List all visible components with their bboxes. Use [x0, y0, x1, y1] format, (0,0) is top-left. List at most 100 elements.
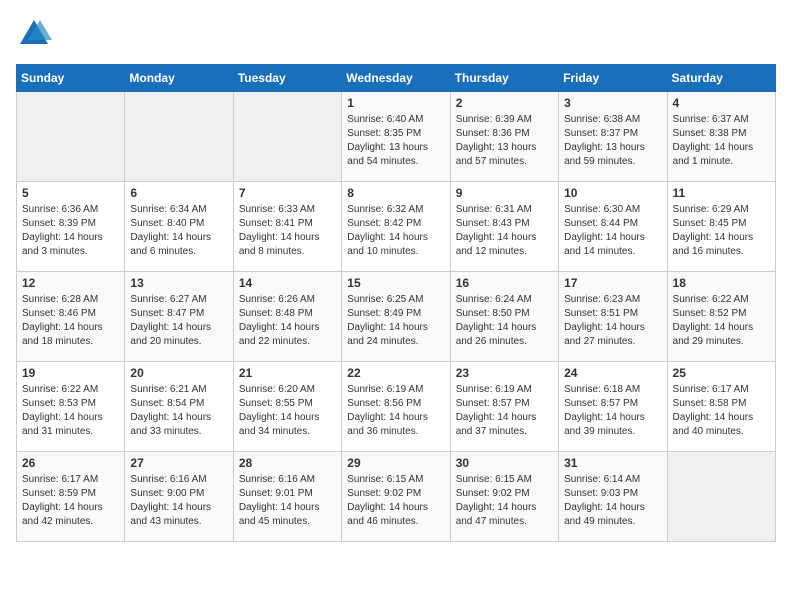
page-header — [16, 16, 776, 52]
calendar-cell — [667, 452, 775, 542]
calendar-cell: 14 Sunrise: 6:26 AM Sunset: 8:48 PM Dayli… — [233, 272, 341, 362]
day-info: Sunrise: 6:29 AM Sunset: 8:45 PM Dayligh… — [673, 203, 770, 259]
calendar-cell: 7 Sunrise: 6:33 AM Sunset: 8:41 PM Daylig… — [233, 182, 341, 272]
day-info: Sunrise: 6:36 AM Sunset: 8:39 PM Dayligh… — [22, 203, 119, 259]
calendar-week-row: 1Sunrise: 6:40 AM Sunset: 8:35 PM Daylig… — [17, 92, 776, 182]
day-number: 14 — [239, 276, 336, 290]
calendar-week-row: 26 Sunrise: 6:17 AM Sunset: 8:59 PM Dayli… — [17, 452, 776, 542]
day-number: 3 — [564, 96, 661, 110]
day-info: Sunrise: 6:18 AM Sunset: 8:57 PM Dayligh… — [564, 383, 661, 439]
calendar-cell: 5 Sunrise: 6:36 AM Sunset: 8:39 PM Daylig… — [17, 182, 125, 272]
calendar-cell: 11 Sunrise: 6:29 AM Sunset: 8:45 PM Dayli… — [667, 182, 775, 272]
calendar-cell: 23 Sunrise: 6:19 AM Sunset: 8:57 PM Dayli… — [450, 362, 558, 452]
day-info: Sunrise: 6:26 AM Sunset: 8:48 PM Dayligh… — [239, 293, 336, 349]
calendar-week-row: 5 Sunrise: 6:36 AM Sunset: 8:39 PM Daylig… — [17, 182, 776, 272]
day-number: 7 — [239, 186, 336, 200]
day-number: 6 — [130, 186, 227, 200]
calendar-cell: 22 Sunrise: 6:19 AM Sunset: 8:56 PM Dayli… — [342, 362, 450, 452]
day-info: Sunrise: 6:16 AM Sunset: 9:00 PM Dayligh… — [130, 473, 227, 529]
calendar-cell: 24 Sunrise: 6:18 AM Sunset: 8:57 PM Dayli… — [559, 362, 667, 452]
day-info: Sunrise: 6:17 AM Sunset: 8:58 PM Dayligh… — [673, 383, 770, 439]
day-info: Sunrise: 6:15 AM Sunset: 9:02 PM Dayligh… — [456, 473, 553, 529]
day-info: Sunrise: 6:25 AM Sunset: 8:49 PM Dayligh… — [347, 293, 444, 349]
day-number: 10 — [564, 186, 661, 200]
day-number: 18 — [673, 276, 770, 290]
calendar-cell: 25 Sunrise: 6:17 AM Sunset: 8:58 PM Dayli… — [667, 362, 775, 452]
day-info: Sunrise: 6:27 AM Sunset: 8:47 PM Dayligh… — [130, 293, 227, 349]
day-number: 8 — [347, 186, 444, 200]
day-info: Sunrise: 6:30 AM Sunset: 8:44 PM Dayligh… — [564, 203, 661, 259]
day-info: Sunrise: 6:33 AM Sunset: 8:41 PM Dayligh… — [239, 203, 336, 259]
day-number: 30 — [456, 456, 553, 470]
day-number: 21 — [239, 366, 336, 380]
day-info: Sunrise: 6:21 AM Sunset: 8:54 PM Dayligh… — [130, 383, 227, 439]
day-info: Sunrise: 6:14 AM Sunset: 9:03 PM Dayligh… — [564, 473, 661, 529]
calendar-cell: 1Sunrise: 6:40 AM Sunset: 8:35 PM Daylig… — [342, 92, 450, 182]
day-number: 29 — [347, 456, 444, 470]
logo-icon — [16, 16, 52, 52]
calendar-cell: 17Sunrise: 6:23 AM Sunset: 8:51 PM Dayli… — [559, 272, 667, 362]
calendar-cell: 27Sunrise: 6:16 AM Sunset: 9:00 PM Dayli… — [125, 452, 233, 542]
calendar-cell: 28 Sunrise: 6:16 AM Sunset: 9:01 PM Dayli… — [233, 452, 341, 542]
calendar-cell: 30 Sunrise: 6:15 AM Sunset: 9:02 PM Dayli… — [450, 452, 558, 542]
weekday-header-saturday: Saturday — [667, 65, 775, 92]
day-number: 2 — [456, 96, 553, 110]
calendar-cell — [233, 92, 341, 182]
day-number: 15 — [347, 276, 444, 290]
day-number: 9 — [456, 186, 553, 200]
calendar-cell: 9 Sunrise: 6:31 AM Sunset: 8:43 PM Daylig… — [450, 182, 558, 272]
day-info: Sunrise: 6:39 AM Sunset: 8:36 PM Dayligh… — [456, 113, 553, 169]
calendar-cell: 21 Sunrise: 6:20 AM Sunset: 8:55 PM Dayli… — [233, 362, 341, 452]
calendar-cell — [17, 92, 125, 182]
calendar-cell — [125, 92, 233, 182]
weekday-header-row: SundayMondayTuesdayWednesdayThursdayFrid… — [17, 65, 776, 92]
day-info: Sunrise: 6:16 AM Sunset: 9:01 PM Dayligh… — [239, 473, 336, 529]
calendar-cell: 26 Sunrise: 6:17 AM Sunset: 8:59 PM Dayli… — [17, 452, 125, 542]
calendar-cell: 10 Sunrise: 6:30 AM Sunset: 8:44 PM Dayli… — [559, 182, 667, 272]
day-info: Sunrise: 6:22 AM Sunset: 8:52 PM Dayligh… — [673, 293, 770, 349]
day-info: Sunrise: 6:37 AM Sunset: 8:38 PM Dayligh… — [673, 113, 770, 169]
day-number: 4 — [673, 96, 770, 110]
weekday-header-friday: Friday — [559, 65, 667, 92]
calendar-cell: 2 Sunrise: 6:39 AM Sunset: 8:36 PM Daylig… — [450, 92, 558, 182]
day-number: 28 — [239, 456, 336, 470]
day-info: Sunrise: 6:40 AM Sunset: 8:35 PM Dayligh… — [347, 113, 444, 169]
day-number: 26 — [22, 456, 119, 470]
weekday-header-monday: Monday — [125, 65, 233, 92]
calendar-cell: 4 Sunrise: 6:37 AM Sunset: 8:38 PM Daylig… — [667, 92, 775, 182]
day-number: 11 — [673, 186, 770, 200]
calendar-cell: 15 Sunrise: 6:25 AM Sunset: 8:49 PM Dayli… — [342, 272, 450, 362]
calendar-cell: 16Sunrise: 6:24 AM Sunset: 8:50 PM Dayli… — [450, 272, 558, 362]
day-number: 12 — [22, 276, 119, 290]
day-number: 23 — [456, 366, 553, 380]
calendar-cell: 12 Sunrise: 6:28 AM Sunset: 8:46 PM Dayli… — [17, 272, 125, 362]
day-info: Sunrise: 6:31 AM Sunset: 8:43 PM Dayligh… — [456, 203, 553, 259]
day-info: Sunrise: 6:19 AM Sunset: 8:57 PM Dayligh… — [456, 383, 553, 439]
day-info: Sunrise: 6:22 AM Sunset: 8:53 PM Dayligh… — [22, 383, 119, 439]
calendar-week-row: 12 Sunrise: 6:28 AM Sunset: 8:46 PM Dayli… — [17, 272, 776, 362]
day-number: 25 — [673, 366, 770, 380]
day-info: Sunrise: 6:17 AM Sunset: 8:59 PM Dayligh… — [22, 473, 119, 529]
day-info: Sunrise: 6:34 AM Sunset: 8:40 PM Dayligh… — [130, 203, 227, 259]
day-number: 13 — [130, 276, 227, 290]
day-info: Sunrise: 6:38 AM Sunset: 8:37 PM Dayligh… — [564, 113, 661, 169]
logo — [16, 16, 58, 52]
day-info: Sunrise: 6:28 AM Sunset: 8:46 PM Dayligh… — [22, 293, 119, 349]
calendar-cell: 29Sunrise: 6:15 AM Sunset: 9:02 PM Dayli… — [342, 452, 450, 542]
day-number: 16 — [456, 276, 553, 290]
day-number: 24 — [564, 366, 661, 380]
calendar-cell: 8Sunrise: 6:32 AM Sunset: 8:42 PM Daylig… — [342, 182, 450, 272]
day-number: 17 — [564, 276, 661, 290]
weekday-header-wednesday: Wednesday — [342, 65, 450, 92]
calendar-cell: 13 Sunrise: 6:27 AM Sunset: 8:47 PM Dayli… — [125, 272, 233, 362]
weekday-header-thursday: Thursday — [450, 65, 558, 92]
day-number: 5 — [22, 186, 119, 200]
day-info: Sunrise: 6:19 AM Sunset: 8:56 PM Dayligh… — [347, 383, 444, 439]
calendar-cell: 18 Sunrise: 6:22 AM Sunset: 8:52 PM Dayli… — [667, 272, 775, 362]
day-number: 22 — [347, 366, 444, 380]
day-info: Sunrise: 6:20 AM Sunset: 8:55 PM Dayligh… — [239, 383, 336, 439]
calendar-cell: 3 Sunrise: 6:38 AM Sunset: 8:37 PM Daylig… — [559, 92, 667, 182]
calendar-cell: 20Sunrise: 6:21 AM Sunset: 8:54 PM Dayli… — [125, 362, 233, 452]
calendar-table: SundayMondayTuesdayWednesdayThursdayFrid… — [16, 64, 776, 542]
day-number: 31 — [564, 456, 661, 470]
